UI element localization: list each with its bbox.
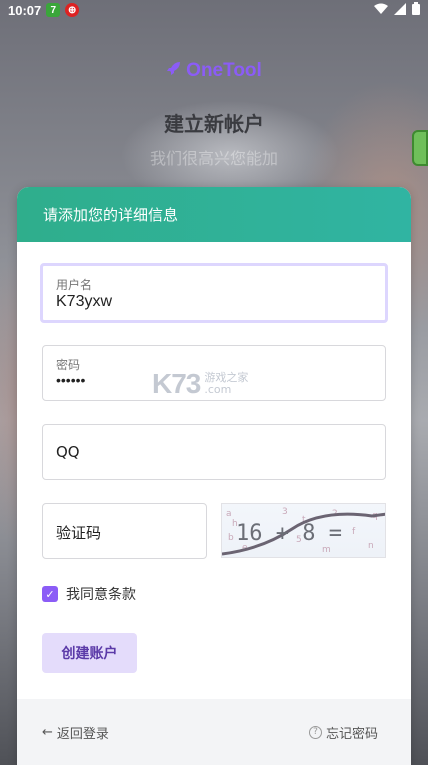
arrow-left-icon: ← (42, 724, 53, 740)
help-icon: ? (308, 725, 322, 739)
back-login-label: 返回登录 (56, 726, 109, 742)
page-title: 建立新帐户 (164, 112, 264, 136)
svg-text:n: n (368, 541, 374, 551)
register-card: 请添加您的详细信息 用户名 K73yxw 密码 •••••• QQ 验证码 ah… (17, 187, 411, 765)
notification-icon: ⊕ (65, 3, 80, 17)
captcha-image[interactable]: ahbe 3t52 fqnm 16 + 8 = (221, 503, 386, 558)
watermark-line2: .com (204, 383, 232, 396)
captcha-field[interactable]: 验证码 (42, 503, 207, 559)
brand-name: OneTool (186, 60, 262, 81)
battery-icon (412, 2, 420, 18)
wifi-icon (374, 3, 388, 18)
brand-logo: OneTool (0, 60, 428, 82)
card-footer: ← 返回登录 ? 忘记密码 (17, 699, 411, 765)
card-header: 请添加您的详细信息 (17, 187, 411, 242)
page-subtitle: 我们很高兴您能加 (149, 149, 278, 168)
create-account-button[interactable]: 创建账户 (42, 633, 137, 673)
username-field[interactable]: 用户名 K73yxw (40, 263, 388, 323)
username-label: 用户名 (56, 278, 93, 292)
rocket-icon (166, 60, 182, 82)
checkbox-checked-icon[interactable]: ✓ (42, 586, 58, 602)
status-bar: 10:07 7 ⊕ (0, 0, 428, 20)
password-value[interactable]: •••••• (56, 372, 85, 388)
forgot-password-label: 忘记密码 (325, 726, 378, 742)
username-value[interactable]: K73yxw (56, 293, 112, 311)
qq-field[interactable]: QQ (42, 424, 386, 480)
status-time: 10:07 (8, 2, 42, 18)
captcha-text: 16 + 8 = (236, 521, 342, 546)
back-login-link[interactable]: ← 返回登录 (42, 723, 109, 742)
signal-icon (394, 2, 406, 18)
forgot-password-link[interactable]: ? 忘记密码 (308, 723, 378, 742)
svg-text:b: b (228, 533, 234, 543)
qq-placeholder: QQ (56, 443, 80, 461)
captcha-placeholder: 验证码 (56, 524, 102, 542)
watermark: K73 游戏之家 .com (152, 368, 248, 400)
password-label: 密码 (56, 358, 81, 372)
card-heading: 请添加您的详细信息 (43, 206, 179, 224)
svg-text:a: a (226, 509, 232, 519)
agree-terms[interactable]: ✓ 我同意条款 (42, 584, 136, 604)
agree-label: 我同意条款 (66, 587, 136, 603)
svg-text:f: f (352, 527, 356, 537)
watermark-main: K73 (152, 368, 201, 399)
svg-text:3: 3 (282, 507, 288, 517)
svg-text:m: m (322, 545, 331, 555)
notification-badge: 7 (46, 3, 61, 17)
